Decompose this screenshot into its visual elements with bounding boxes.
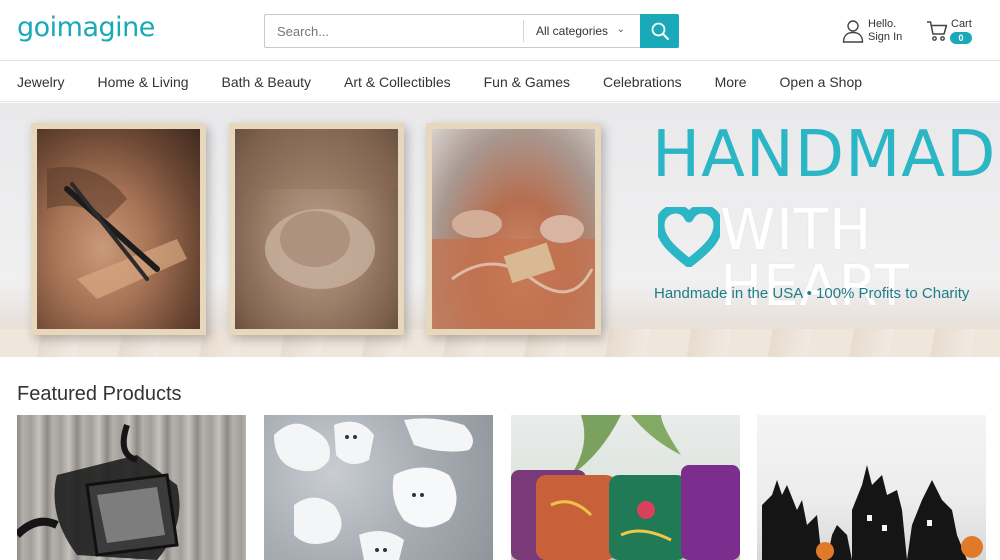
product-card[interactable] bbox=[511, 415, 740, 560]
category-select[interactable]: All categories ⌄ bbox=[523, 20, 639, 42]
cart-label: Cart bbox=[951, 18, 972, 30]
logo-text: goimagine bbox=[17, 12, 155, 43]
user-icon bbox=[842, 20, 864, 43]
hero-photo-pottery bbox=[229, 123, 404, 335]
nav-item-art-collectibles[interactable]: Art & Collectibles bbox=[344, 74, 451, 90]
product-card[interactable] bbox=[264, 415, 493, 560]
product-image bbox=[511, 415, 740, 560]
nav-item-jewelry[interactable]: Jewelry bbox=[17, 74, 64, 90]
product-image bbox=[274, 418, 473, 560]
product-card[interactable] bbox=[17, 415, 246, 560]
nav-item-more[interactable]: More bbox=[715, 74, 747, 90]
nav-item-home-living[interactable]: Home & Living bbox=[97, 74, 188, 90]
nav-item-bath-beauty[interactable]: Bath & Beauty bbox=[222, 74, 312, 90]
logo[interactable]: goimagine bbox=[17, 14, 155, 41]
nav-item-fun-games[interactable]: Fun & Games bbox=[484, 74, 570, 90]
cart-icon bbox=[927, 21, 948, 41]
category-nav: Jewelry Home & Living Bath & Beauty Art … bbox=[0, 62, 1000, 102]
sign-in-label: Sign In bbox=[868, 31, 903, 43]
search-icon bbox=[651, 22, 669, 40]
chevron-down-icon: ⌄ bbox=[616, 24, 625, 35]
product-card[interactable] bbox=[757, 415, 986, 560]
hero-banner[interactable]: HANDMADE WITH HEART Handmade in the USA … bbox=[0, 103, 1000, 357]
featured-products-heading: Featured Products bbox=[17, 383, 182, 405]
category-selected-label: All categories bbox=[536, 24, 609, 38]
search-bar: All categories ⌄ bbox=[264, 14, 679, 48]
cart-count-badge: 0 bbox=[950, 32, 972, 44]
cart-link[interactable]: Cart 0 bbox=[926, 17, 986, 47]
account-link[interactable]: Hello. Sign In bbox=[842, 17, 912, 47]
hero-photo-leather-cutting bbox=[31, 123, 206, 335]
hero-title: HANDMADE bbox=[652, 118, 1000, 192]
nav-item-celebrations[interactable]: Celebrations bbox=[603, 74, 682, 90]
search-button[interactable] bbox=[640, 14, 679, 48]
site-header: goimagine All categories ⌄ Hello. Sign I… bbox=[0, 0, 1000, 61]
account-greeting: Hello. bbox=[868, 18, 897, 30]
hero-photo-engraving bbox=[426, 123, 601, 335]
product-image bbox=[762, 465, 983, 560]
nav-item-open-a-shop[interactable]: Open a Shop bbox=[780, 74, 863, 90]
search-input[interactable] bbox=[265, 15, 523, 47]
heart-icon bbox=[658, 207, 720, 267]
product-image bbox=[17, 424, 180, 560]
hero-tagline: Handmade in the USA • 100% Profits to Ch… bbox=[654, 285, 970, 302]
